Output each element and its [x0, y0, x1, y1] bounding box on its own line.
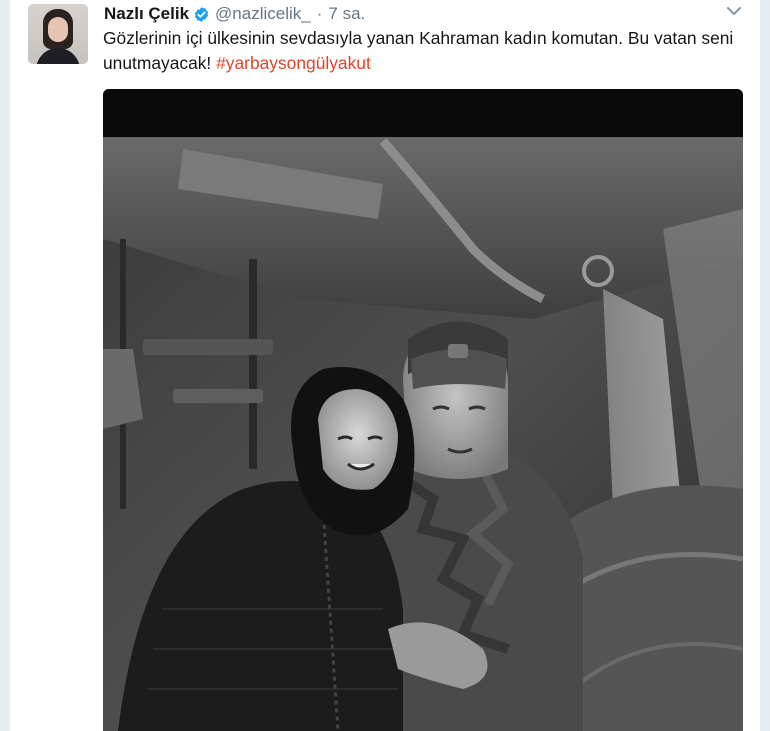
page-background-left — [0, 0, 10, 731]
timestamp[interactable]: 7 sa. — [328, 4, 365, 24]
hashtag-link[interactable]: #yarbaysongülyakut — [216, 53, 371, 73]
handle[interactable]: @nazlicelik_ — [215, 4, 311, 24]
tweet-photo[interactable] — [103, 89, 743, 731]
chevron-down-icon[interactable] — [726, 4, 742, 18]
avatar[interactable] — [28, 4, 88, 64]
photo-illustration — [103, 89, 743, 731]
display-name[interactable]: Nazlı Çelik — [104, 4, 189, 24]
avatar-face — [48, 17, 68, 42]
separator-dot: · — [316, 4, 323, 23]
tweet-card[interactable]: Nazlı Çelik @nazlicelik_ · 7 sa. Gözleri… — [10, 0, 760, 731]
tweet-text: Gözlerinin içi ülkesinin sevdasıyla yana… — [103, 26, 743, 76]
tweet-header: Nazlı Çelik @nazlicelik_ · 7 sa. — [104, 2, 365, 26]
verified-badge-icon — [193, 6, 210, 23]
page-background-right — [760, 0, 770, 731]
tweet-body-text: Gözlerinin içi ülkesinin sevdasıyla yana… — [103, 28, 734, 73]
avatar-body — [36, 48, 80, 64]
